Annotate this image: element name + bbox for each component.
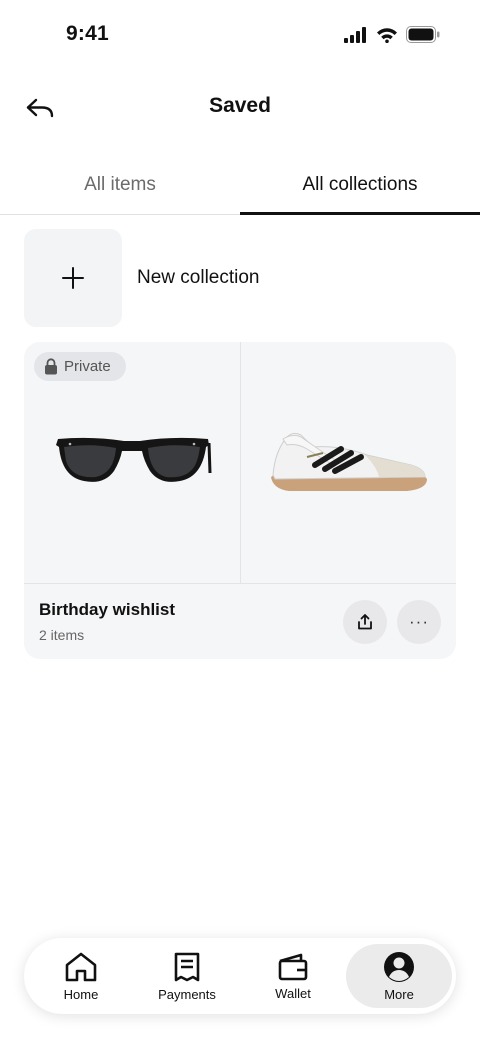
account-icon bbox=[384, 951, 414, 982]
collection-item-count: 2 items bbox=[39, 627, 85, 643]
more-options-button[interactable]: ··· bbox=[397, 600, 441, 644]
status-time: 9:41 bbox=[66, 22, 109, 45]
receipt-icon bbox=[174, 952, 200, 981]
header: Saved bbox=[0, 80, 480, 136]
private-badge: Private bbox=[34, 352, 126, 381]
nav-home[interactable]: Home bbox=[28, 944, 134, 1008]
preview-cell bbox=[240, 342, 456, 584]
wallet-icon bbox=[278, 953, 308, 980]
new-collection-tile bbox=[24, 229, 122, 327]
nav-home-label: Home bbox=[63, 986, 99, 1002]
new-collection-button[interactable]: New collection bbox=[24, 229, 444, 327]
tab-all-collections[interactable]: All collections bbox=[240, 160, 480, 215]
sunglasses-image bbox=[56, 437, 212, 482]
nav-wallet[interactable]: Wallet bbox=[240, 944, 346, 1008]
nav-payments-label: Payments bbox=[158, 986, 216, 1002]
new-collection-label: New collection bbox=[137, 267, 260, 288]
collection-card[interactable]: Private Birthday wishlist 2 items ··· bbox=[24, 342, 456, 659]
nav-payments[interactable]: Payments bbox=[134, 944, 240, 1008]
status-icons bbox=[344, 26, 440, 43]
preview-cell: Private bbox=[24, 342, 240, 584]
nav-more-label: More bbox=[384, 986, 414, 1002]
bottom-nav: Home Payments Wallet More bbox=[24, 938, 456, 1014]
battery-icon bbox=[406, 26, 440, 43]
lock-icon bbox=[45, 358, 57, 375]
collection-title: Birthday wishlist bbox=[39, 600, 176, 619]
status-bar: 9:41 bbox=[0, 0, 480, 70]
plus-icon bbox=[62, 267, 84, 289]
tab-all-items[interactable]: All items bbox=[0, 160, 240, 214]
home-icon bbox=[65, 952, 97, 981]
signal-icon bbox=[344, 26, 366, 43]
nav-more[interactable]: More bbox=[346, 944, 452, 1008]
share-icon bbox=[358, 614, 372, 630]
tab-bar: All items All collections bbox=[0, 160, 480, 215]
page-title: Saved bbox=[209, 94, 271, 117]
collection-preview: Private bbox=[24, 342, 456, 584]
share-button[interactable] bbox=[343, 600, 387, 644]
card-footer: Birthday wishlist 2 items ··· bbox=[24, 585, 456, 659]
sneaker-image bbox=[270, 432, 427, 491]
nav-wallet-label: Wallet bbox=[275, 985, 311, 1001]
private-badge-label: Private bbox=[64, 358, 111, 375]
wifi-icon bbox=[377, 27, 397, 43]
